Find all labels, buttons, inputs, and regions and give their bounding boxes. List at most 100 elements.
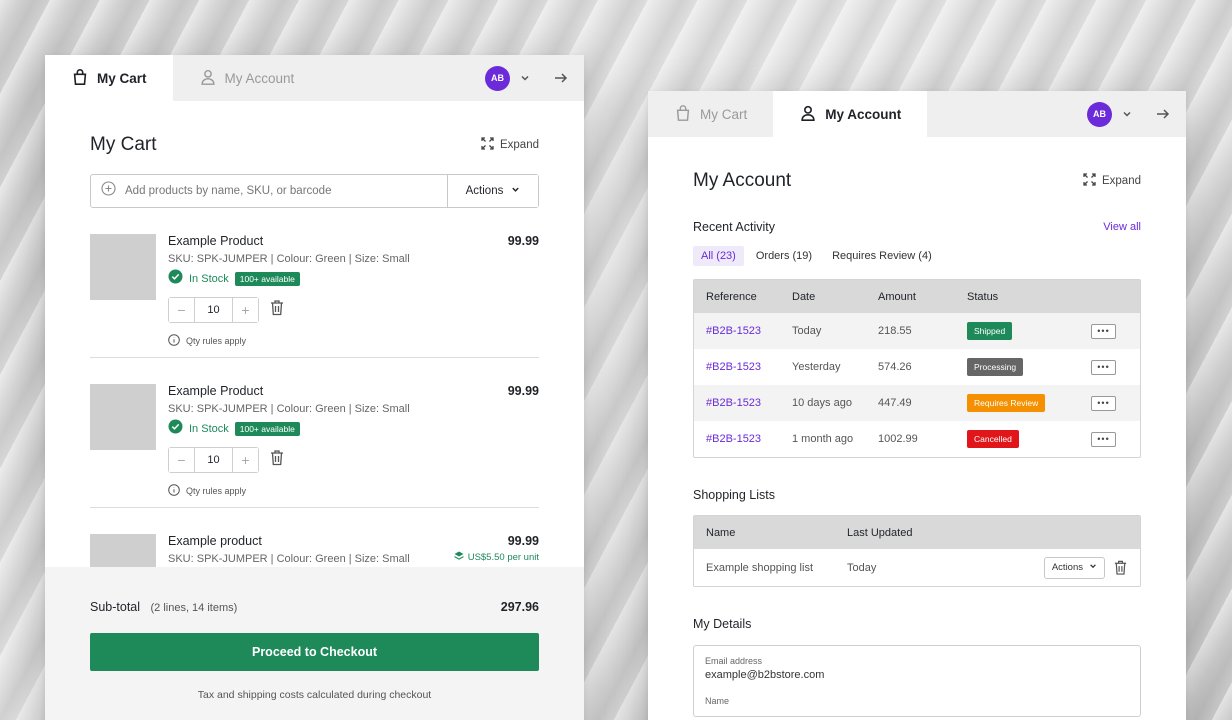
plus-circle-icon — [101, 181, 116, 201]
more-options-button[interactable]: ••• — [1091, 359, 1116, 375]
increase-button[interactable]: + — [233, 298, 258, 322]
order-date: 1 month ago — [792, 433, 854, 445]
product-name[interactable]: Example Product — [168, 234, 539, 248]
more-options-button[interactable]: ••• — [1091, 431, 1116, 447]
tab-label: My Account — [224, 70, 295, 86]
increase-button[interactable]: + — [233, 448, 258, 472]
cart-panel: My Cart My Account AB My Cart Expand Add… — [45, 55, 584, 720]
product-search-input[interactable] — [125, 185, 437, 197]
page-title: My Cart — [90, 134, 157, 155]
tab-label: My Account — [825, 106, 902, 122]
decrease-button[interactable]: − — [169, 298, 194, 322]
column-header: Status — [967, 290, 999, 303]
table-row: #B2B-1523 Yesterday 574.26 Processing ••… — [694, 349, 1140, 385]
stock-status: In Stock — [189, 273, 229, 285]
product-name[interactable]: Example product — [168, 534, 539, 548]
chevron-down-icon[interactable] — [520, 73, 530, 83]
qty-rules-note: Qty rules apply — [186, 336, 247, 346]
table-header: Reference Date Amount Status — [694, 280, 1140, 313]
arrow-right-icon[interactable] — [554, 71, 568, 85]
subtotal-label: Sub-total — [90, 600, 141, 614]
filter-orders[interactable]: Orders (19) — [748, 246, 820, 266]
expand-button[interactable]: Expand — [481, 137, 539, 153]
cart-item: Example Product 99.99 SKU: SPK-JUMPER | … — [90, 358, 539, 508]
decrease-button[interactable]: − — [169, 448, 194, 472]
activity-table: Reference Date Amount Status #B2B-1523 T… — [693, 279, 1141, 458]
table-row: #B2B-1523 10 days ago 447.49 Requires Re… — [694, 385, 1140, 421]
unit-price-text: US$5.50 per unit — [467, 552, 539, 563]
list-name[interactable]: Example shopping list — [706, 562, 847, 574]
cart-item: Example Product 99.99 SKU: SPK-JUMPER | … — [90, 208, 539, 358]
product-sku: SKU: SPK-JUMPER | Colour: Green | Size: … — [168, 403, 410, 415]
trash-icon[interactable] — [1113, 559, 1128, 576]
page-title: My Account — [693, 170, 792, 191]
my-details-title: My Details — [693, 617, 752, 631]
product-name[interactable]: Example Product — [168, 384, 539, 398]
expand-icon — [1083, 173, 1096, 189]
list-actions-dropdown[interactable]: Actions — [1043, 556, 1105, 579]
checkout-button[interactable]: Proceed to Checkout — [90, 633, 539, 671]
product-price: 99.99 — [507, 384, 539, 398]
recent-activity-title: Recent Activity — [693, 220, 775, 234]
trash-icon[interactable] — [269, 299, 285, 321]
table-row: Example shopping list Today Actions — [694, 549, 1140, 586]
table-header: Name Last Updated — [694, 516, 1140, 549]
table-row: #B2B-1523 1 month ago 1002.99 Cancelled … — [694, 421, 1140, 457]
email-label: Email address — [705, 656, 763, 666]
order-amount: 574.26 — [878, 361, 912, 373]
unit-price: US$5.50 per unit — [454, 551, 539, 564]
more-options-button[interactable]: ••• — [1091, 323, 1116, 339]
chevron-down-icon[interactable] — [1122, 109, 1132, 119]
subtotal-meta: (2 lines, 14 items) — [150, 602, 238, 614]
tax-note: Tax and shipping costs calculated during… — [197, 689, 432, 701]
actions-label: Actions — [465, 185, 504, 197]
tab-my-account[interactable]: My Account — [773, 91, 928, 137]
tab-label: My Cart — [700, 106, 748, 122]
tab-my-account[interactable]: My Account — [173, 55, 321, 101]
tab-my-cart[interactable]: My Cart — [648, 91, 773, 137]
avatar[interactable]: AB — [1087, 101, 1112, 127]
quantity-stepper: − + — [168, 297, 259, 323]
quantity-input[interactable] — [194, 298, 233, 322]
order-reference-link[interactable]: #B2B-1523 — [706, 361, 761, 373]
view-all-link[interactable]: View all — [1103, 221, 1141, 233]
expand-label: Expand — [499, 139, 539, 151]
order-date: Yesterday — [792, 361, 841, 373]
layers-icon — [454, 551, 464, 564]
trash-icon[interactable] — [269, 449, 285, 471]
shopping-lists-table: Name Last Updated Example shopping list … — [693, 515, 1141, 587]
info-icon — [168, 334, 180, 348]
order-reference-link[interactable]: #B2B-1523 — [706, 433, 761, 445]
order-date: 10 days ago — [792, 397, 852, 409]
user-icon — [799, 104, 817, 125]
expand-icon — [481, 137, 494, 153]
tab-my-cart[interactable]: My Cart — [45, 55, 173, 101]
subtotal-value: 297.96 — [500, 600, 539, 614]
product-sku: SKU: SPK-JUMPER | Colour: Green | Size: … — [168, 253, 410, 265]
product-image — [90, 384, 156, 450]
user-icon — [199, 68, 217, 89]
cart-footer: Sub-total (2 lines, 14 items) 297.96 Pro… — [45, 567, 584, 720]
expand-button[interactable]: Expand — [1083, 173, 1141, 189]
filter-requires-review[interactable]: Requires Review (4) — [824, 246, 940, 266]
filter-all[interactable]: All (23) — [693, 246, 744, 266]
quantity-input[interactable] — [194, 448, 233, 472]
cart-tabbar: My Cart My Account AB — [45, 55, 584, 101]
table-row: #B2B-1523 Today 218.55 Shipped ••• — [694, 313, 1140, 349]
avatar[interactable]: AB — [485, 65, 510, 91]
status-badge: Shipped — [967, 322, 1013, 340]
shopping-lists-title: Shopping Lists — [693, 488, 776, 502]
availability-badge: 100+ available — [234, 272, 300, 286]
actions-dropdown[interactable]: Actions — [447, 175, 538, 207]
product-price: 99.99 — [507, 534, 539, 548]
column-header: Last Updated — [847, 526, 913, 539]
stock-status: In Stock — [189, 423, 229, 435]
arrow-right-icon[interactable] — [1156, 107, 1170, 121]
order-reference-link[interactable]: #B2B-1523 — [706, 325, 761, 337]
column-header: Amount — [878, 290, 916, 303]
order-reference-link[interactable]: #B2B-1523 — [706, 397, 761, 409]
more-options-button[interactable]: ••• — [1091, 395, 1116, 411]
product-search-bar: Actions — [90, 174, 539, 208]
column-header: Name — [706, 526, 736, 539]
bag-icon — [674, 104, 692, 125]
